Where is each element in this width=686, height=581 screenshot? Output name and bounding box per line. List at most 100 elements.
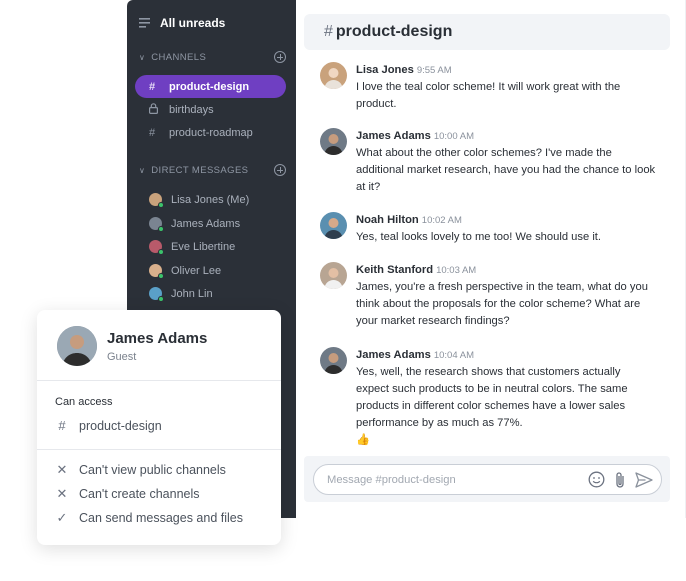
sidebar-item-label: Lisa Jones (Me) <box>171 193 250 206</box>
chevron-down-icon: ∨ <box>139 165 146 175</box>
avatar <box>149 240 164 255</box>
emoji-icon[interactable] <box>588 471 605 488</box>
sidebar-item-dm-eve-libertine[interactable]: Eve Libertine <box>135 235 286 258</box>
sidebar-item-dm-lisa-jones[interactable]: Lisa Jones (Me) <box>135 188 286 211</box>
permission-label: Can't view public channels <box>79 463 226 477</box>
message-time: 10:04 AM <box>433 350 474 361</box>
message-line: I love the teal color scheme! It will wo… <box>356 81 621 93</box>
chevron-down-icon: ∨ <box>139 52 146 62</box>
guest-card-header: James Adams Guest <box>57 326 207 366</box>
hash-icon: # <box>149 126 156 139</box>
permission-label: Can't create channels <box>79 487 200 501</box>
sidebar-item-label: John Lin <box>171 287 213 300</box>
permission-item: ✕ Can't create channels <box>55 486 200 502</box>
guest-user-card: James Adams Guest Can access # product-d… <box>37 310 281 545</box>
online-status-icon <box>158 296 164 302</box>
message-line: product. <box>356 98 397 110</box>
sidebar-item-product-design[interactable]: # product-design <box>135 75 286 98</box>
sidebar-item-label: birthdays <box>169 103 214 116</box>
message-author[interactable]: Lisa Jones <box>356 64 414 76</box>
avatar <box>149 287 164 302</box>
hash-icon: # <box>149 80 156 93</box>
sidebar-item-dm-john-lin[interactable]: John Lin <box>135 282 286 305</box>
message-line: expect such products to be in neutral co… <box>356 383 628 395</box>
x-icon: ✕ <box>56 486 68 501</box>
sidebar-item-label: James Adams <box>171 217 241 230</box>
dm-heading: DIRECT MESSAGES <box>151 164 249 176</box>
hash-icon: # <box>58 418 66 433</box>
avatar[interactable] <box>320 212 347 239</box>
message-line: Yes, well, the research shows that custo… <box>356 366 621 378</box>
online-status-icon <box>158 226 164 232</box>
sidebar-item-dm-oliver-lee[interactable]: Oliver Lee <box>135 259 286 282</box>
add-dm-icon[interactable] <box>274 164 286 176</box>
message: James Adams 10:00 AM What about the other… <box>320 128 680 196</box>
permission-item: ✓ Can send messages and files <box>55 510 243 526</box>
message: Noah Hilton 10:02 AM Yes, teal looks love… <box>320 212 680 246</box>
message: Keith Stanford 10:03 AM James, you're a f… <box>320 262 680 330</box>
sidebar-item-label: product-roadmap <box>169 126 253 139</box>
message-line: What about the other color schemes? I've… <box>356 147 612 159</box>
avatar <box>149 217 164 232</box>
guest-role: Guest <box>107 350 137 363</box>
message-time: 10:03 AM <box>436 265 477 276</box>
message-line: at it? <box>356 181 381 193</box>
accessible-channel-label: product-design <box>79 418 162 433</box>
permission-item: ✕ Can't view public channels <box>55 462 226 478</box>
message-input-placeholder: Message #product-design <box>327 473 456 486</box>
online-status-icon <box>158 273 164 279</box>
avatar <box>57 326 97 366</box>
accessible-channel: # product-design <box>55 418 162 433</box>
channel-header: # product-design <box>304 14 670 50</box>
thumbs-up-emoji: 👍 <box>356 434 370 446</box>
message-time: 9:55 AM <box>416 65 452 76</box>
sidebar-item-birthdays[interactable]: birthdays <box>135 98 286 121</box>
all-unreads-label: All unreads <box>160 16 226 30</box>
sidebar-item-label: Oliver Lee <box>171 264 222 277</box>
online-status-icon <box>158 249 164 255</box>
check-icon: ✓ <box>56 510 68 525</box>
online-status-icon <box>158 202 164 208</box>
message-line: performance by as much as 77%. <box>356 417 523 429</box>
avatar <box>149 193 164 208</box>
avatar[interactable] <box>320 62 347 89</box>
message-author[interactable]: Noah Hilton <box>356 214 419 226</box>
message-author[interactable]: Keith Stanford <box>356 264 433 276</box>
sidebar-item-dm-james-adams[interactable]: James Adams <box>135 212 286 235</box>
avatar[interactable] <box>320 128 347 155</box>
message-time: 10:02 AM <box>421 215 462 226</box>
sidebar-item-label: Eve Libertine <box>171 240 236 253</box>
channels-section-header[interactable]: ∨ CHANNELS <box>139 51 286 63</box>
channel-title: product-design <box>335 23 453 40</box>
message-line: products in different color schemes have… <box>356 400 626 412</box>
x-icon: ✕ <box>56 462 68 477</box>
avatar <box>149 264 164 279</box>
chat-panel: # product-design Lisa Jones 9:55 AM I lov… <box>296 0 686 518</box>
message-time: 10:00 AM <box>433 131 474 142</box>
message-author[interactable]: James Adams <box>356 130 431 142</box>
message-line: your market research findings? <box>356 315 510 327</box>
message-line: additional market research, have you had… <box>356 164 656 176</box>
send-icon[interactable] <box>635 471 653 488</box>
divider <box>37 380 281 381</box>
attachment-icon[interactable] <box>614 471 626 489</box>
message: James Adams 10:04 AM Yes, well, the resea… <box>320 347 680 449</box>
sidebar-item-product-roadmap[interactable]: # product-roadmap <box>135 121 286 144</box>
all-unreads-item[interactable]: All unreads <box>139 16 225 30</box>
lock-icon <box>149 102 161 117</box>
direct-messages-section-header[interactable]: ∨ DIRECT MESSAGES <box>139 164 286 176</box>
can-access-heading: Can access <box>55 396 113 408</box>
divider <box>37 449 281 450</box>
hash-icon: # <box>324 23 333 40</box>
composer-area: Message #product-design <box>304 456 670 502</box>
message-author[interactable]: James Adams <box>356 349 431 361</box>
message: Lisa Jones 9:55 AM I love the teal color … <box>320 62 680 113</box>
channels-heading: CHANNELS <box>151 51 207 63</box>
avatar[interactable] <box>320 347 347 374</box>
message-line: think about the proposals for the color … <box>356 298 641 310</box>
avatar[interactable] <box>320 262 347 289</box>
guest-name: James Adams <box>107 329 208 347</box>
message-input[interactable]: Message #product-design <box>313 464 662 495</box>
add-channel-icon[interactable] <box>274 51 286 63</box>
list-icon <box>139 18 150 28</box>
